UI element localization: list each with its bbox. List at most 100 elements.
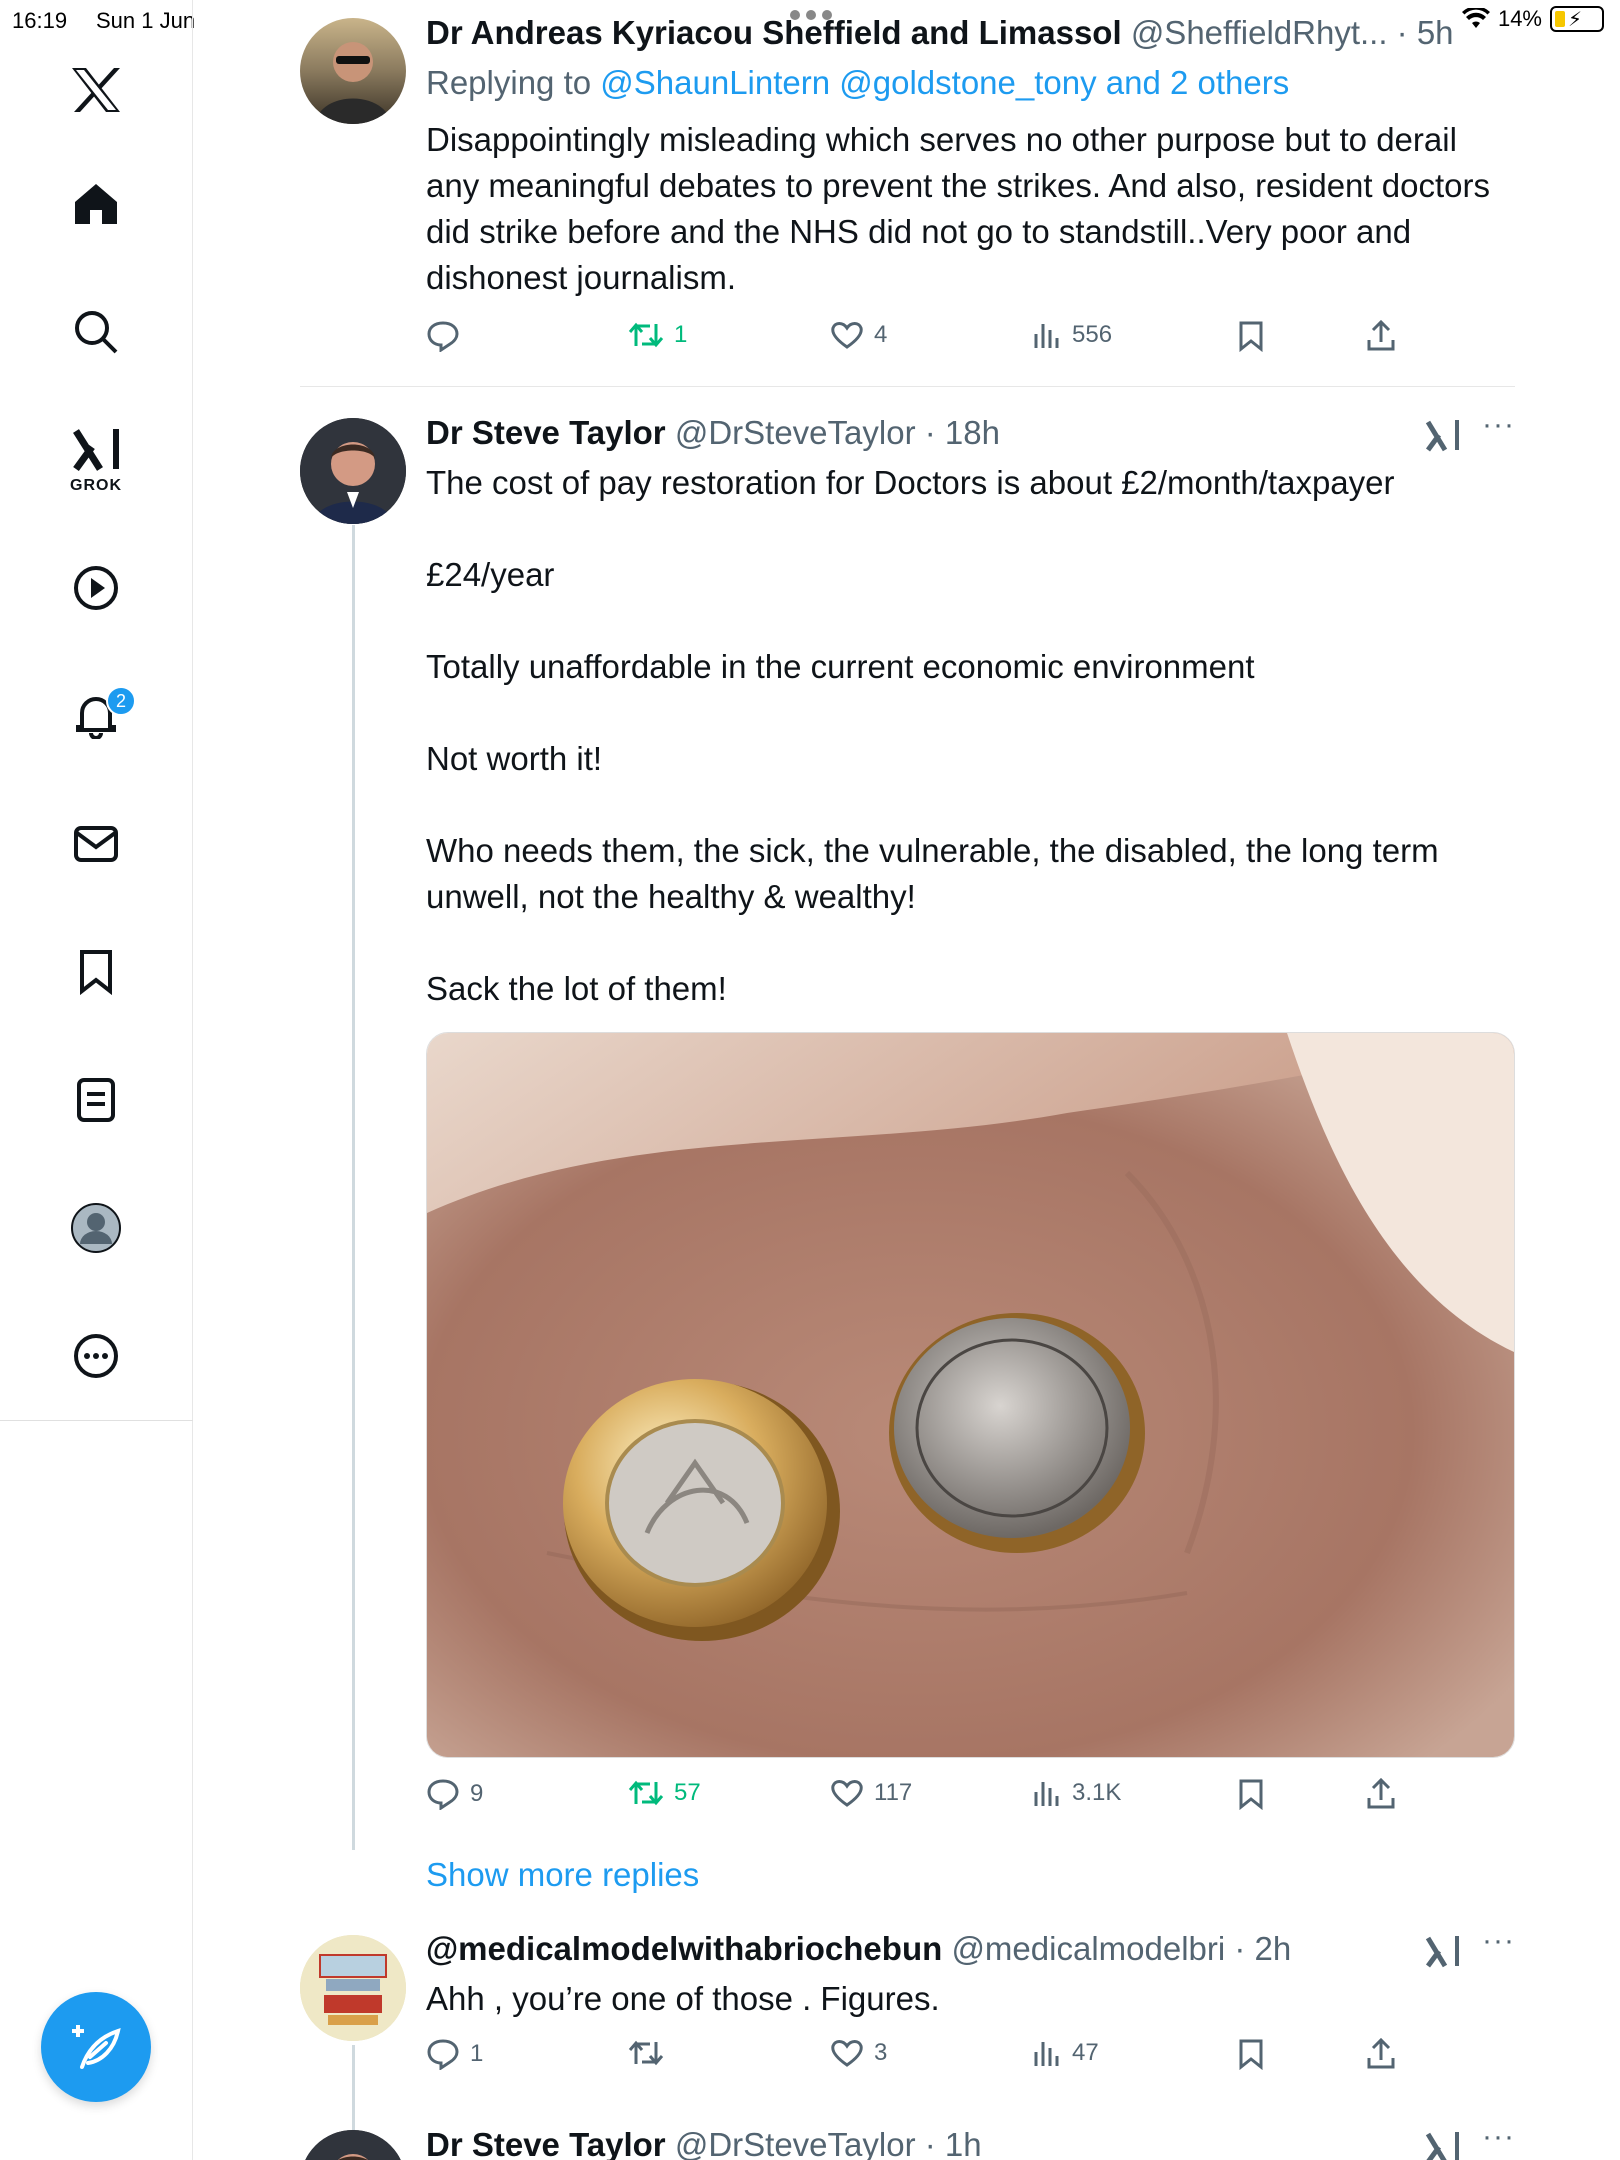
repost-icon (628, 2040, 664, 2066)
video-icon[interactable] (66, 558, 126, 618)
compose-post-button[interactable] (41, 1992, 151, 2102)
author-name[interactable]: Dr Steve Taylor (426, 2126, 666, 2160)
post-divider (300, 386, 1515, 387)
post-more-menu-icon[interactable]: ··· (1482, 2120, 1515, 2154)
post-time: · 2h (1234, 1930, 1292, 1967)
post-paragraph: Disappointingly misleading which serves … (426, 121, 1490, 296)
bookmark-button[interactable] (1238, 320, 1264, 352)
views-chart-icon (1034, 2042, 1059, 2066)
reply-button[interactable]: 1 (426, 2038, 483, 2070)
bookmark-icon (1239, 2039, 1263, 2070)
author-name[interactable]: @medicalmodelwithabriochebun (426, 1930, 942, 1967)
grok-explain-icon[interactable] (1425, 418, 1461, 459)
author-name[interactable]: Dr Andreas Kyriacou Sheffield and Limass… (426, 14, 1122, 51)
post-paragraph (426, 690, 1516, 736)
avatar[interactable] (300, 2130, 406, 2160)
like-count: 117 (874, 1779, 913, 1806)
view-count: 3.1K (1072, 1779, 1122, 1806)
views-chart-icon (1034, 1782, 1059, 1806)
wifi-icon (1461, 8, 1490, 28)
home-icon[interactable] (66, 174, 126, 234)
post-text: Disappointingly misleading which serves … (426, 117, 1516, 301)
replying-to-links[interactable]: @ShaunLintern @goldstone_tony and 2 othe… (600, 64, 1289, 101)
like-button[interactable]: 3 (830, 2038, 887, 2068)
grok-explain-icon[interactable] (1425, 1934, 1461, 1975)
share-icon (1367, 1778, 1395, 1809)
bookmarks-icon[interactable] (66, 942, 126, 1002)
reply-button[interactable] (426, 320, 470, 352)
battery-icon: ⚡ (1550, 6, 1604, 32)
reply-count: 1 (470, 2040, 484, 2067)
heart-icon (831, 1780, 863, 1807)
avatar[interactable] (300, 1935, 406, 2041)
views-button[interactable]: 47 (1032, 2038, 1099, 2068)
like-button[interactable]: 4 (830, 320, 887, 350)
bookmark-icon (1239, 1779, 1263, 1810)
author-handle[interactable]: @SheffieldRhyt... (1131, 14, 1388, 51)
repost-icon (628, 322, 664, 348)
reply-icon (427, 2039, 459, 2070)
heart-icon (831, 322, 863, 349)
profile-icon[interactable] (66, 1198, 126, 1258)
replying-to-prefix: Replying to (426, 64, 601, 101)
messages-icon[interactable] (66, 814, 126, 874)
views-chart-icon (1034, 324, 1059, 348)
views-button[interactable]: 3.1K (1032, 1778, 1121, 1808)
post-paragraph (426, 782, 1516, 828)
author-name[interactable]: Dr Steve Taylor (426, 414, 666, 451)
share-button[interactable] (1366, 1778, 1396, 1810)
post-paragraph (426, 506, 1516, 552)
post-paragraph: Totally unaffordable in the current econ… (426, 648, 1255, 685)
repost-button[interactable]: 1 (628, 320, 687, 350)
bookmark-button[interactable] (1238, 1778, 1264, 1810)
thread-line (352, 525, 355, 1850)
post-paragraph: The cost of pay restoration for Doctors … (426, 464, 1395, 501)
reply-button[interactable]: 9 (426, 1778, 483, 1810)
repost-count: 57 (674, 1779, 701, 1806)
views-button[interactable]: 556 (1032, 320, 1112, 350)
more-options-icon[interactable] (66, 1326, 126, 1386)
sidebar: GROK 2 (0, 0, 193, 2160)
author-handle[interactable]: @medicalmodelbri (951, 1930, 1225, 1967)
reply-icon (427, 1779, 459, 1810)
post-time: · 5h (1396, 14, 1454, 51)
share-button[interactable] (1366, 320, 1396, 352)
share-button[interactable] (1366, 2038, 1396, 2070)
post-paragraph: £24/year (426, 556, 555, 593)
like-count: 3 (874, 2039, 888, 2066)
author-handle[interactable]: @DrSteveTaylor (675, 2126, 916, 2160)
share-icon (1367, 2038, 1395, 2069)
search-icon[interactable] (66, 302, 126, 362)
post-paragraph (426, 920, 1516, 966)
like-count: 4 (874, 321, 888, 348)
author-handle[interactable]: @DrSteveTaylor (675, 414, 916, 451)
post-image[interactable] (426, 1032, 1515, 1758)
battery-percent: 14% (1497, 6, 1542, 31)
grok-icon[interactable] (66, 420, 126, 480)
view-count: 47 (1072, 2039, 1099, 2066)
avatar[interactable] (300, 18, 406, 124)
show-more-replies-link[interactable]: Show more replies (426, 1856, 699, 1894)
reply-icon (427, 321, 459, 352)
post-text: The cost of pay restoration for Doctors … (426, 460, 1516, 1012)
post-paragraph (426, 598, 1516, 644)
post-paragraph: Not worth it! (426, 740, 603, 777)
repost-count: 1 (674, 321, 688, 348)
avatar[interactable] (300, 418, 406, 524)
post-actions: 1 3 47 (426, 2038, 1426, 2078)
repost-button[interactable]: 57 (628, 1778, 701, 1808)
compose-feather-icon (72, 2025, 121, 2069)
repost-button[interactable] (628, 2038, 674, 2068)
post-text: Ahh , you’re one of those . Figures. (426, 1976, 1516, 2022)
post-time: · 18h (924, 414, 1000, 451)
lists-icon[interactable] (66, 1070, 126, 1130)
replying-to: Replying to @ShaunLintern @goldstone_ton… (426, 64, 1289, 102)
x-logo-icon[interactable] (66, 60, 126, 120)
post-more-menu-icon[interactable]: ··· (1482, 408, 1515, 442)
post-paragraph: Sack the lot of them! (426, 970, 727, 1007)
grok-explain-icon[interactable] (1425, 2130, 1461, 2160)
like-button[interactable]: 117 (830, 1778, 912, 1808)
post-actions: 9 57 117 3.1K (426, 1778, 1426, 1818)
post-more-menu-icon[interactable]: ··· (1482, 1924, 1515, 1958)
bookmark-button[interactable] (1238, 2038, 1264, 2070)
